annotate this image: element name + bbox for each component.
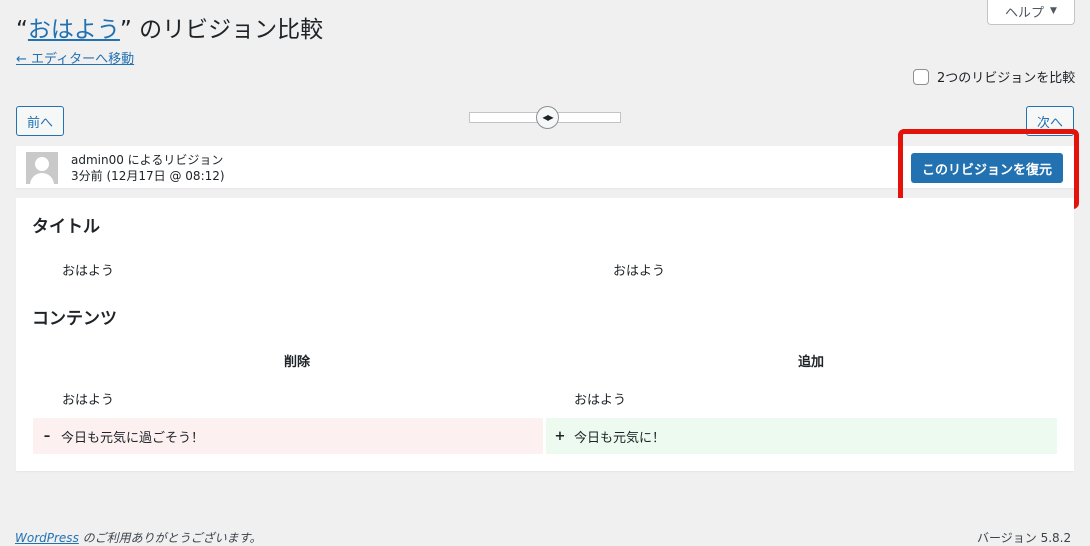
page-title: “おはよう” のリビジョン比較 (16, 10, 323, 44)
title-open-quote: “ (16, 17, 28, 43)
wordpress-link[interactable]: WordPress (15, 531, 79, 545)
title-section-heading: タイトル (32, 217, 100, 237)
minus-icon: – (43, 428, 51, 444)
added-line-text: 今日も元気に！ (574, 430, 666, 446)
revision-author: admin00 によるリビジョン (71, 153, 224, 167)
arrows-horizontal-icon: ◀▶ (542, 113, 553, 122)
post-title-link[interactable]: おはよう (28, 17, 120, 43)
removed-column-header: 削除 (284, 355, 311, 370)
title-old-value: おはよう (62, 264, 115, 279)
added-line-row: + 今日も元気に！ (546, 418, 1057, 454)
content-section-heading: コンテンツ (32, 309, 117, 329)
title-new-value: おはよう (613, 264, 666, 279)
annotation-highlight-box (898, 129, 1079, 209)
context-line-right: おはよう (574, 393, 627, 408)
avatar-body (30, 173, 54, 184)
avatar-head (35, 157, 49, 171)
title-suffix: のリビジョン比較 (131, 17, 324, 43)
footer-version: バージョン 5.8.2 (977, 531, 1072, 545)
revision-time: 3分前 (12月17日 @ 08:12) (71, 169, 225, 183)
diff-panel: タイトル おはよう おはよう コンテンツ 削除 追加 おはよう おはよう – 今… (16, 198, 1074, 471)
back-to-editor-link[interactable]: ← エディターへ移動 (16, 48, 134, 67)
caret-down-icon: ▼ (1050, 6, 1057, 16)
slider-handle[interactable]: ◀▶ (536, 106, 559, 129)
prev-button[interactable]: 前へ (16, 106, 64, 136)
removed-line-row: – 今日も元気に過ごそう！ (33, 418, 543, 454)
help-button[interactable]: ヘルプ ▼ (987, 0, 1075, 25)
compare-label: 2つのリビジョンを比較 (937, 71, 1076, 86)
footer-thanks-text: のご利用ありがとうございます。 (78, 531, 262, 545)
footer-thanks: WordPress のご利用ありがとうございます。 (15, 529, 261, 546)
compare-two-toggle[interactable]: 2つのリビジョンを比較 (913, 67, 1075, 86)
avatar (26, 152, 58, 184)
help-label: ヘルプ (1005, 5, 1045, 21)
compare-checkbox[interactable] (913, 68, 929, 85)
added-column-header: 追加 (798, 355, 825, 370)
removed-line-text: 今日も元気に過ごそう！ (61, 430, 205, 446)
plus-icon: + (554, 428, 566, 444)
title-close-quote: ” (119, 17, 132, 43)
context-line-left: おはよう (62, 393, 115, 408)
